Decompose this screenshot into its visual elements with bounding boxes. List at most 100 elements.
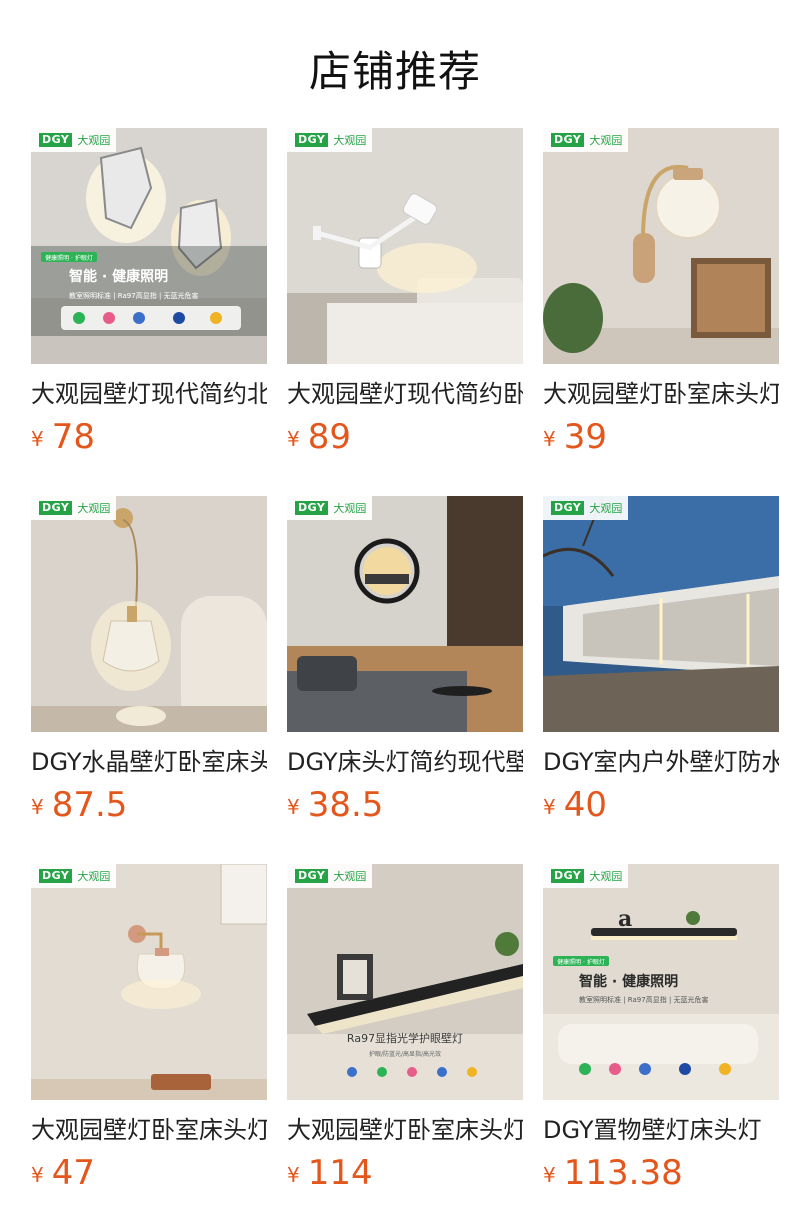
product-image[interactable]: DGY 大观园 (287, 128, 523, 364)
currency-symbol: ¥ (543, 795, 556, 819)
product-card[interactable]: DGY 大观园 大观园壁灯卧室床头灯 ¥47 (31, 864, 267, 1200)
brand-logo: DGY (551, 869, 585, 883)
price-value: 78 (51, 417, 95, 457)
deer-ring-lamp-icon (287, 496, 523, 732)
product-price: ¥39 (543, 419, 607, 461)
shelf-wall-lamp-icon: a 健康照明 · 护眼灯 智能 · 健康照明 教室照明标准 | Ra97高显指 … (543, 864, 779, 1100)
price-value: 114 (307, 1153, 373, 1193)
currency-symbol: ¥ (543, 427, 556, 451)
brand-name: 大观园 (77, 870, 111, 883)
image-subline: 教室照明标准 | Ra97高显指 | 无蓝光危害 (579, 995, 709, 1004)
product-image[interactable]: 健康照明 · 护眼灯 智能 · 健康照明 教室照明标准 | Ra97高显指 | … (31, 128, 267, 364)
product-price: ¥113.38 (543, 1155, 683, 1197)
stone-wall-lamp-icon: 健康照明 · 护眼灯 智能 · 健康照明 教室照明标准 | Ra97高显指 | … (31, 128, 267, 364)
brand-logo: DGY (39, 133, 73, 147)
brand-name: 大观园 (333, 134, 367, 147)
product-image[interactable]: Ra97显指光学护眼壁灯 护眼/防蓝光/高显指/高光效 DGY 大观园 (287, 864, 523, 1100)
product-price: ¥38.5 (287, 787, 383, 829)
brand-name: 大观园 (333, 870, 367, 883)
svg-text:a: a (618, 906, 632, 932)
product-price: ¥78 (31, 419, 95, 461)
product-price: ¥47 (31, 1155, 95, 1197)
brand-name: 大观园 (589, 870, 623, 883)
svg-text:健康照明 · 护眼灯: 健康照明 · 护眼灯 (557, 958, 605, 966)
product-image[interactable]: DGY 大观园 (543, 128, 779, 364)
brand-logo: DGY (295, 869, 329, 883)
price-value: 38.5 (307, 785, 384, 825)
product-price: ¥40 (543, 787, 607, 829)
product-name[interactable]: 大观园壁灯卧室床头灯 (31, 1113, 267, 1147)
product-name[interactable]: DGY床头灯简约现代壁灯 (287, 745, 523, 779)
brand-badge: DGY 大观园 (543, 496, 629, 520)
product-card[interactable]: DGY 大观园 大观园壁灯现代简约卧室 ¥89 (287, 128, 523, 464)
price-value: 113.38 (563, 1153, 683, 1193)
currency-symbol: ¥ (543, 1163, 556, 1187)
brand-logo: DGY (39, 869, 73, 883)
product-price: ¥89 (287, 419, 351, 461)
brand-badge: DGY 大观园 (543, 128, 629, 152)
image-headline: 智能 · 健康照明 (578, 973, 678, 990)
image-subline: 护眼/防蓝光/高显指/高光效 (369, 1050, 441, 1058)
product-name[interactable]: 大观园壁灯现代简约北欧 (31, 377, 267, 411)
brand-badge: DGY 大观园 (287, 128, 373, 152)
brand-name: 大观园 (77, 502, 111, 515)
product-card[interactable]: DGY 大观园 DGY水晶壁灯卧室床头灯 ¥87.5 (31, 496, 267, 832)
crystal-pendant-lamp-icon (31, 496, 267, 732)
brand-badge: DGY 大观园 (31, 496, 117, 520)
product-image[interactable]: DGY 大观园 (543, 496, 779, 732)
brand-badge: DGY 大观园 (31, 128, 117, 152)
image-headline: Ra97显指光学护眼壁灯 (347, 1031, 463, 1045)
product-card[interactable]: DGY 大观园 DGY床头灯简约现代壁灯 ¥38.5 (287, 496, 523, 832)
brand-badge: DGY 大观园 (31, 864, 117, 888)
product-name[interactable]: DGY水晶壁灯卧室床头灯 (31, 745, 267, 779)
product-name[interactable]: 大观园壁灯现代简约卧室 (287, 377, 523, 411)
brand-logo: DGY (295, 133, 329, 147)
currency-symbol: ¥ (31, 1163, 44, 1187)
brand-logo: DGY (295, 501, 329, 515)
product-card[interactable]: 健康照明 · 护眼灯 智能 · 健康照明 教室照明标准 | Ra97高显指 | … (31, 128, 267, 464)
currency-symbol: ¥ (31, 427, 44, 451)
svg-text:健康照明 · 护眼灯: 健康照明 · 护眼灯 (45, 254, 93, 262)
brand-name: 大观园 (333, 502, 367, 515)
product-name[interactable]: 大观园壁灯卧室床头灯 (543, 377, 779, 411)
price-value: 89 (307, 417, 351, 457)
product-image[interactable]: a 健康照明 · 护眼灯 智能 · 健康照明 教室照明标准 | Ra97高显指 … (543, 864, 779, 1100)
outdoor-line-lamp-icon (543, 496, 779, 732)
brand-name: 大观园 (77, 134, 111, 147)
section-title: 店铺推荐 (308, 47, 481, 96)
swing-arm-lamp-icon (287, 128, 523, 364)
image-headline: 智能 · 健康照明 (68, 268, 168, 285)
product-name[interactable]: 大观园壁灯卧室床头灯 (287, 1113, 523, 1147)
product-card[interactable]: a 健康照明 · 护眼灯 智能 · 健康照明 教室照明标准 | Ra97高显指 … (543, 864, 779, 1200)
price-value: 87.5 (51, 785, 128, 825)
product-price: ¥114 (287, 1155, 373, 1197)
shelf-line-lamp-icon: Ra97显指光学护眼壁灯 护眼/防蓝光/高显指/高光效 (287, 864, 523, 1100)
currency-symbol: ¥ (287, 795, 300, 819)
brand-badge: DGY 大观园 (287, 864, 373, 888)
product-image[interactable]: DGY 大观园 (31, 864, 267, 1100)
price-value: 40 (563, 785, 607, 825)
currency-symbol: ¥ (287, 1163, 300, 1187)
product-name[interactable]: DGY置物壁灯床头灯 (543, 1113, 779, 1147)
brand-name: 大观园 (589, 134, 623, 147)
price-value: 39 (563, 417, 607, 457)
currency-symbol: ¥ (287, 427, 300, 451)
product-card[interactable]: DGY 大观园 DGY室内户外壁灯防水 ¥40 (543, 496, 779, 832)
glass-shade-lamp-icon (31, 864, 267, 1100)
brand-logo: DGY (551, 501, 585, 515)
brand-badge: DGY 大观园 (287, 496, 373, 520)
product-name[interactable]: DGY室内户外壁灯防水 (543, 745, 779, 779)
product-card[interactable]: Ra97显指光学护眼壁灯 护眼/防蓝光/高显指/高光效 DGY 大观园 大观园壁… (287, 864, 523, 1200)
brand-logo: DGY (551, 133, 585, 147)
globe-wall-lamp-icon (543, 128, 779, 364)
image-subline: 教室照明标准 | Ra97高显指 | 无蓝光危害 (69, 291, 199, 300)
brand-name: 大观园 (589, 502, 623, 515)
brand-badge: DGY 大观园 (543, 864, 629, 888)
product-image[interactable]: DGY 大观园 (287, 496, 523, 732)
product-image[interactable]: DGY 大观园 (31, 496, 267, 732)
currency-symbol: ¥ (31, 795, 44, 819)
price-value: 47 (51, 1153, 95, 1193)
product-price: ¥87.5 (31, 787, 127, 829)
brand-logo: DGY (39, 501, 73, 515)
product-card[interactable]: DGY 大观园 大观园壁灯卧室床头灯 ¥39 (543, 128, 779, 464)
